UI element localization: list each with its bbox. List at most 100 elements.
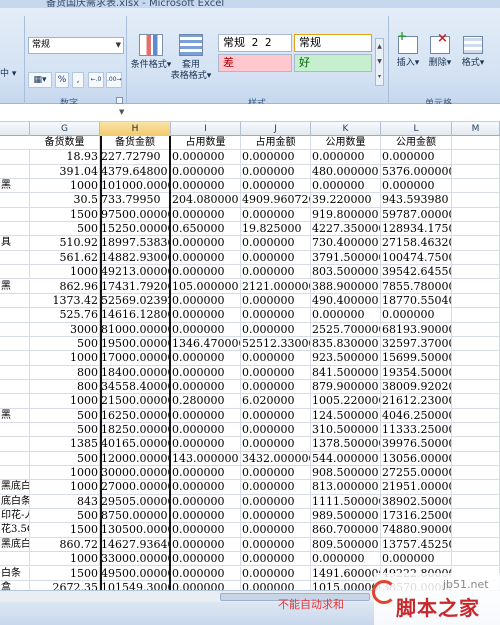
left-fragment-cell[interactable] [0, 437, 30, 452]
data-cell-i[interactable]: 0.000000 [171, 293, 241, 308]
column-header-l[interactable]: L [381, 122, 452, 136]
data-cell-g[interactable]: 30.5 [30, 193, 100, 208]
data-cell-k[interactable]: 0.000000 [311, 552, 381, 567]
data-cell-k[interactable]: 1005.220000 [311, 394, 381, 409]
data-cell-g[interactable]: 862.96 [30, 279, 100, 294]
data-cell-h[interactable]: 52569.02392 [100, 293, 171, 308]
data-cell-i[interactable]: 0.000000 [171, 523, 241, 538]
data-cell-h[interactable]: 49500.00000 [100, 566, 171, 581]
increase-decimal-button[interactable]: ←.0 [88, 72, 104, 88]
column-header-h[interactable]: H [100, 122, 171, 136]
data-cell-m[interactable] [452, 265, 500, 280]
data-cell-j[interactable]: 0.000000 [241, 150, 311, 165]
data-cell-i[interactable]: 143.000000 [171, 451, 241, 466]
data-cell-l[interactable]: 0.000000 [381, 552, 452, 567]
data-cell-m[interactable] [452, 308, 500, 323]
data-cell-m[interactable] [452, 552, 500, 567]
left-fragment-cell[interactable]: 黑 [0, 179, 30, 194]
data-cell-l[interactable]: 5376.000000 [381, 164, 452, 179]
data-cell-j[interactable]: 0.000000 [241, 207, 311, 222]
data-cell-m[interactable] [452, 379, 500, 394]
left-fragment-cell[interactable]: 花3.5C [0, 523, 30, 538]
data-cell-j[interactable]: 0.000000 [241, 423, 311, 437]
data-cell-j[interactable]: 0.000000 [241, 308, 311, 323]
left-fragment-cell[interactable] [0, 193, 30, 208]
data-cell-j[interactable]: 0.000000 [241, 408, 311, 423]
data-cell-g[interactable]: 1000 [30, 466, 100, 481]
data-cell-j[interactable]: 0.000000 [241, 179, 311, 194]
data-cell-k[interactable]: 803.500000 [311, 265, 381, 280]
data-cell-h[interactable]: 30000.00000 [100, 466, 171, 481]
data-cell-k[interactable]: 0.000000 [311, 308, 381, 323]
data-cell-l[interactable]: 38009.920200 [381, 379, 452, 394]
left-fragment-cell[interactable]: 底白条 [0, 494, 30, 509]
data-cell-k[interactable]: 490.400000 [311, 293, 381, 308]
left-fragment-cell[interactable] [0, 394, 30, 409]
data-cell-k[interactable]: 841.500000 [311, 365, 381, 380]
percent-button[interactable]: % [55, 72, 69, 88]
data-cell-m[interactable] [452, 250, 500, 265]
data-cell-k[interactable]: 2525.700000 [311, 322, 381, 337]
data-cell-h[interactable]: 14882.93000 [100, 250, 171, 265]
data-cell-j[interactable]: 0.000000 [241, 250, 311, 265]
column-header-i[interactable]: I [171, 122, 241, 136]
data-cell-i[interactable]: 0.000000 [171, 494, 241, 509]
data-cell-k[interactable]: 4227.350000 [311, 222, 381, 237]
data-cell-h[interactable]: 81000.00000 [100, 322, 171, 337]
data-cell-h[interactable]: 733.79950 [100, 193, 171, 208]
data-cell-l[interactable]: 21951.000000 [381, 480, 452, 495]
data-cell-i[interactable]: 204.080000 [171, 193, 241, 208]
data-cell-i[interactable]: 0.000000 [171, 164, 241, 179]
cell-style-normal-2-2[interactable]: 常规 2 2 [218, 34, 292, 52]
data-cell-l[interactable]: 0.000000 [381, 150, 452, 165]
left-fragment-cell[interactable] [0, 466, 30, 481]
data-cell-m[interactable] [452, 494, 500, 509]
header-cell[interactable] [452, 136, 500, 150]
data-cell-g[interactable]: 800 [30, 365, 100, 380]
data-cell-m[interactable] [452, 537, 500, 552]
delete-button[interactable]: 删除▾ [425, 33, 455, 69]
data-cell-l[interactable]: 0.000000 [381, 179, 452, 194]
data-cell-m[interactable] [452, 322, 500, 337]
left-fragment-cell[interactable] [0, 423, 30, 437]
left-fragment-cell[interactable]: 盒 [0, 580, 30, 590]
data-cell-m[interactable] [452, 466, 500, 481]
left-fragment-cell[interactable] [0, 250, 30, 265]
data-cell-j[interactable]: 0.000000 [241, 322, 311, 337]
left-fragment-cell[interactable] [0, 451, 30, 466]
data-cell-j[interactable]: 0.000000 [241, 351, 311, 366]
data-cell-h[interactable]: 40165.00000 [100, 437, 171, 452]
header-cell[interactable]: 公用金额 [381, 136, 452, 150]
data-cell-j[interactable]: 0.000000 [241, 379, 311, 394]
data-cell-i[interactable]: 0.000000 [171, 480, 241, 495]
data-cell-l[interactable]: 68193.900000 [381, 322, 452, 337]
data-cell-j[interactable]: 0.000000 [241, 437, 311, 452]
data-cell-i[interactable]: 0.280000 [171, 394, 241, 409]
data-cell-i[interactable]: 0.000000 [171, 552, 241, 567]
decrease-decimal-button[interactable]: .00→ [106, 72, 122, 88]
left-fragment-cell[interactable]: 印花-人 [0, 509, 30, 524]
data-cell-m[interactable] [452, 408, 500, 423]
data-cell-g[interactable]: 500 [30, 336, 100, 351]
data-cell-m[interactable] [452, 207, 500, 222]
data-cell-i[interactable]: 1346.470000 [171, 336, 241, 351]
data-cell-k[interactable]: 923.500000 [311, 351, 381, 366]
data-cell-k[interactable]: 0.000000 [311, 179, 381, 194]
data-cell-g[interactable]: 1373.42 [30, 293, 100, 308]
data-cell-k[interactable]: 310.500000 [311, 423, 381, 437]
data-cell-l[interactable]: 100474.750000 [381, 250, 452, 265]
data-cell-h[interactable]: 18250.00000 [100, 423, 171, 437]
data-cell-m[interactable] [452, 437, 500, 452]
data-cell-i[interactable]: 0.000000 [171, 365, 241, 380]
data-cell-j[interactable]: 0.000000 [241, 365, 311, 380]
data-cell-i[interactable]: 0.000000 [171, 537, 241, 552]
data-cell-j[interactable]: 0.000000 [241, 164, 311, 179]
data-cell-g[interactable]: 500 [30, 408, 100, 423]
left-fragment-cell[interactable]: 白条 [0, 566, 30, 581]
data-cell-h[interactable]: 18997.53836 [100, 236, 171, 251]
data-cell-h[interactable]: 8750.00000 [100, 509, 171, 524]
left-fragment-cell[interactable] [0, 293, 30, 308]
data-cell-k[interactable]: 835.830000 [311, 336, 381, 351]
data-cell-l[interactable]: 27255.000000 [381, 466, 452, 481]
number-format-dropdown[interactable]: 常规 ▼ [28, 37, 124, 54]
